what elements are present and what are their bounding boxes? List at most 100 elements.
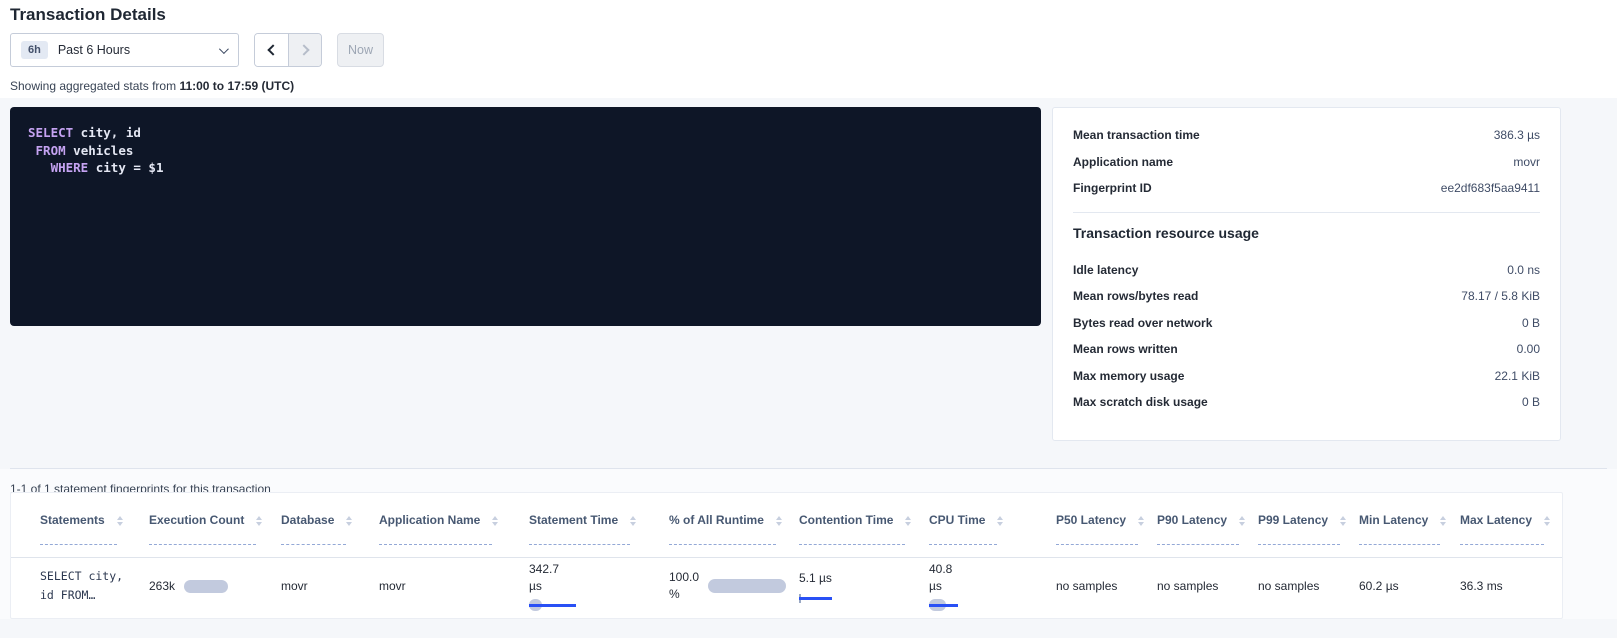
col-header-pct-all-runtime[interactable]: % of All Runtime bbox=[669, 514, 782, 545]
time-nav-group bbox=[254, 33, 322, 67]
sort-icon[interactable] bbox=[1239, 516, 1245, 526]
col-header-contention-time[interactable]: Contention Time bbox=[799, 514, 911, 545]
sort-icon[interactable] bbox=[256, 516, 262, 526]
panel-divider bbox=[1073, 212, 1540, 213]
contention-time-bar bbox=[799, 594, 832, 603]
detail-label: Bytes read over network bbox=[1073, 316, 1212, 330]
sort-icon[interactable] bbox=[997, 516, 1003, 526]
detail-row-application-name: Application name movr bbox=[1073, 149, 1540, 176]
sort-icon[interactable] bbox=[776, 516, 782, 526]
min-latency-value: 60.2 µs bbox=[1359, 579, 1399, 593]
detail-value: 0 B bbox=[1522, 395, 1540, 409]
p90-latency-value: no samples bbox=[1157, 579, 1218, 593]
sort-icon[interactable] bbox=[117, 516, 123, 526]
sort-icon[interactable] bbox=[1340, 516, 1346, 526]
detail-label: Mean transaction time bbox=[1073, 128, 1200, 142]
cell-database: movr bbox=[281, 558, 308, 614]
next-interval-button[interactable] bbox=[288, 34, 321, 66]
time-range-badge: 6h bbox=[21, 41, 48, 59]
detail-label: Mean rows/bytes read bbox=[1073, 289, 1198, 303]
col-header-application-name[interactable]: Application Name bbox=[379, 514, 498, 545]
sort-icon[interactable] bbox=[492, 516, 498, 526]
col-header-label: P50 Latency bbox=[1056, 514, 1138, 545]
detail-label: Max memory usage bbox=[1073, 369, 1184, 383]
col-header-p99-latency[interactable]: P99 Latency bbox=[1258, 514, 1346, 545]
col-header-label: Statement Time bbox=[529, 514, 630, 545]
statements-table: Statements Execution Count Database Appl… bbox=[10, 492, 1563, 619]
p99-latency-value: no samples bbox=[1258, 579, 1319, 593]
cpu-time-unit: µs bbox=[929, 578, 942, 595]
col-header-label: Application Name bbox=[379, 514, 492, 545]
sort-icon[interactable] bbox=[1440, 516, 1446, 526]
now-button[interactable]: Now bbox=[337, 33, 384, 67]
sort-icon[interactable] bbox=[1138, 516, 1144, 526]
statement-time-value: 342.7 bbox=[529, 561, 559, 578]
col-header-database[interactable]: Database bbox=[281, 514, 352, 545]
application-name-value: movr bbox=[379, 579, 406, 593]
caption-prefix: Showing aggregated stats from bbox=[10, 79, 179, 93]
cpu-time-value: 40.8 bbox=[929, 561, 952, 578]
sort-icon[interactable] bbox=[346, 516, 352, 526]
sort-icon[interactable] bbox=[1544, 516, 1550, 526]
sort-icon[interactable] bbox=[630, 516, 636, 526]
detail-label: Fingerprint ID bbox=[1073, 181, 1152, 195]
detail-row-max-memory-usage: Max memory usage 22.1 KiB bbox=[1073, 363, 1540, 390]
detail-label: Mean rows written bbox=[1073, 342, 1178, 356]
time-range-label: Past 6 Hours bbox=[58, 43, 219, 57]
p50-latency-value: no samples bbox=[1056, 579, 1117, 593]
sql-statement-box: SELECT city, id FROM vehicles WHERE city… bbox=[10, 107, 1041, 326]
col-header-statement-time[interactable]: Statement Time bbox=[529, 514, 636, 545]
cell-application-name: movr bbox=[379, 558, 406, 614]
detail-row-mean-rows-bytes-read: Mean rows/bytes read 78.17 / 5.8 KiB bbox=[1073, 283, 1540, 310]
statement-time-unit: µs bbox=[529, 578, 542, 595]
col-header-label: Max Latency bbox=[1460, 514, 1544, 545]
execution-count-bar bbox=[184, 580, 228, 593]
transaction-details-page: Transaction Details 6h Past 6 Hours Now … bbox=[0, 0, 1617, 638]
col-header-max-latency[interactable]: Max Latency bbox=[1460, 514, 1550, 545]
aggregated-stats-caption: Showing aggregated stats from 11:00 to 1… bbox=[10, 79, 294, 93]
col-header-label: Database bbox=[281, 514, 346, 545]
col-header-label: % of All Runtime bbox=[669, 514, 776, 545]
cpu-time-bar bbox=[929, 599, 958, 611]
chevron-down-icon bbox=[219, 44, 229, 54]
time-range-dropdown[interactable]: 6h Past 6 Hours bbox=[10, 33, 239, 67]
cell-p50-latency: no samples bbox=[1056, 558, 1117, 614]
transaction-details-panel: Mean transaction time 386.3 µs Applicati… bbox=[1052, 107, 1561, 441]
col-header-label: P99 Latency bbox=[1258, 514, 1340, 545]
col-header-label: Contention Time bbox=[799, 514, 905, 545]
detail-value: movr bbox=[1513, 155, 1540, 169]
col-header-statements[interactable]: Statements bbox=[40, 514, 123, 545]
col-header-label: P90 Latency bbox=[1157, 514, 1239, 545]
cell-min-latency: 60.2 µs bbox=[1359, 558, 1399, 614]
detail-row-mean-rows-written: Mean rows written 0.00 bbox=[1073, 336, 1540, 363]
detail-value: 386.3 µs bbox=[1494, 128, 1540, 142]
col-header-label: CPU Time bbox=[929, 514, 997, 545]
detail-row-idle-latency: Idle latency 0.0 ns bbox=[1073, 257, 1540, 284]
runtime-unit: % bbox=[669, 586, 699, 603]
detail-value: ee2df683f5aa9411 bbox=[1441, 181, 1540, 195]
col-header-p90-latency[interactable]: P90 Latency bbox=[1157, 514, 1245, 545]
detail-label: Application name bbox=[1073, 155, 1173, 169]
col-header-label: Statements bbox=[40, 514, 117, 545]
cell-p99-latency: no samples bbox=[1258, 558, 1319, 614]
statement-time-bar bbox=[529, 599, 576, 611]
detail-row-bytes-read-over-network: Bytes read over network 0 B bbox=[1073, 310, 1540, 337]
time-toolbar: 6h Past 6 Hours Now bbox=[10, 33, 384, 67]
cell-cpu-time: 40.8 µs bbox=[929, 558, 958, 614]
cell-contention-time: 5.1 µs bbox=[799, 558, 832, 614]
col-header-p50-latency[interactable]: P50 Latency bbox=[1056, 514, 1144, 545]
prev-interval-button[interactable] bbox=[255, 34, 288, 66]
statement-fingerprint-link[interactable]: SELECT city, id FROM… bbox=[40, 558, 123, 614]
col-header-label: Execution Count bbox=[149, 514, 256, 545]
col-header-min-latency[interactable]: Min Latency bbox=[1359, 514, 1446, 545]
chevron-left-icon bbox=[267, 44, 278, 55]
sort-icon[interactable] bbox=[905, 516, 911, 526]
col-header-cpu-time[interactable]: CPU Time bbox=[929, 514, 1003, 545]
caption-time-range: 11:00 to 17:59 (UTC) bbox=[179, 79, 294, 93]
col-header-execution-count[interactable]: Execution Count bbox=[149, 514, 262, 545]
section-divider bbox=[10, 468, 1607, 469]
detail-value: 0 B bbox=[1522, 316, 1540, 330]
cell-execution-count: 263k bbox=[149, 558, 228, 614]
resource-usage-title: Transaction resource usage bbox=[1073, 223, 1540, 243]
detail-value: 0.00 bbox=[1517, 342, 1540, 356]
